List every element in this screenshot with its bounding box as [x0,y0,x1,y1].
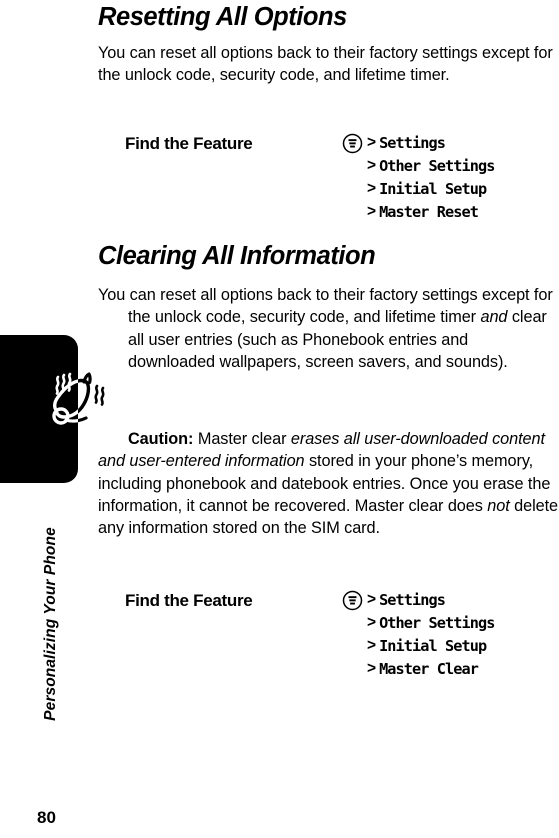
menu-separator: > [367,614,377,631]
menu-item-settings[interactable]: Settings [379,589,446,611]
menu-separator: > [367,157,377,174]
menu-separator: > [367,591,377,608]
find-the-feature-label: Find the Feature [125,591,253,610]
menu-separator: > [367,660,377,677]
caution-label: Caution: [128,430,194,448]
menu-path-row: > Settings [342,132,494,155]
caution-paragraph: Caution: Master clear erases all user-do… [98,428,559,539]
chapter-label: Personalizing Your Phone [42,527,59,721]
menu-path-row: > Master Reset [342,201,494,224]
menu-path-row: > Initial Setup [342,178,494,201]
menu-item-initial-setup[interactable]: Initial Setup [379,178,487,200]
menu-path-row: > Settings [342,589,494,612]
menu-separator: > [367,134,377,151]
menu-separator: > [367,637,377,654]
menu-item-master-clear[interactable]: Master Clear [379,658,479,680]
page-number: 80 [37,808,56,827]
menu-path-list-2: > Settings > Other Settings > Initial Se… [342,589,495,681]
content-column: Resetting All Options You can reset all … [98,0,559,838]
section-body-clearing-all-information: You can reset all options back to their … [98,284,559,373]
clearing-emphasis-and: and [480,308,508,327]
menu-path-list-1: > Settings > Other Settings > Initial Se… [342,132,495,224]
menu-item-initial-setup[interactable]: Initial Setup [379,635,487,657]
chapter-rail: Personalizing Your Phone [0,0,105,838]
find-the-feature-label: Find the Feature [125,134,253,153]
menu-key-icon [342,590,363,611]
section-heading-clearing-all-information: Clearing All Information [98,242,376,270]
caution-text-part1: Master clear [193,430,291,448]
menu-path-row: > Other Settings [342,612,495,635]
menu-separator: > [367,203,377,220]
section-body-resetting-all-options: You can reset all options back to their … [98,44,553,85]
menu-separator: > [367,180,377,197]
menu-path-row: > Master Clear [342,658,494,681]
chapter-thumb-tab [0,335,78,483]
caution-emphasis-2: not [487,496,510,515]
section-heading-resetting-all-options: Resetting All Options [98,3,347,31]
menu-item-other-settings[interactable]: Other Settings [379,155,495,177]
menu-item-other-settings[interactable]: Other Settings [379,612,495,634]
menu-item-master-reset[interactable]: Master Reset [379,201,479,223]
menu-path-row: > Initial Setup [342,635,494,658]
menu-item-settings[interactable]: Settings [379,132,446,154]
menu-key-icon [342,133,363,154]
manual-page: Personalizing Your Phone 80 Resetting Al… [0,0,559,838]
menu-path-row: > Other Settings [342,155,495,178]
